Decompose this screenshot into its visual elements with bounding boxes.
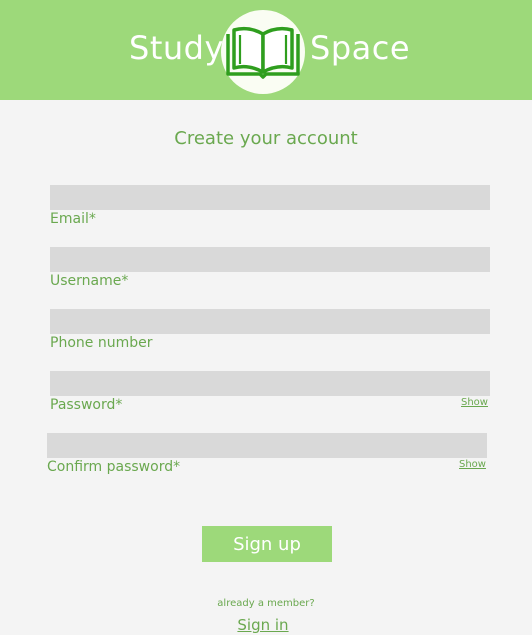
sign-up-button[interactable]: Sign up (202, 526, 332, 562)
username-label: Username* (50, 273, 129, 289)
show-password-toggle[interactable]: Show (461, 397, 488, 408)
sign-in-link[interactable]: Sign in (0, 616, 526, 634)
page-title: Create your account (174, 128, 358, 149)
username-field[interactable] (50, 247, 490, 272)
password-field[interactable] (50, 371, 490, 396)
email-field[interactable] (50, 185, 490, 210)
phone-field[interactable] (50, 309, 490, 334)
logo (221, 10, 305, 94)
app-header: Study Space (0, 0, 532, 100)
confirm-password-label: Confirm password* (47, 459, 181, 475)
phone-label: Phone number (50, 335, 153, 351)
password-label: Password* (50, 397, 123, 413)
email-label: Email* (50, 211, 96, 227)
brand-name-left: Study (129, 29, 224, 67)
member-prompt: already a member? (217, 598, 315, 609)
show-confirm-password-toggle[interactable]: Show (459, 459, 486, 470)
brand-name-right: Space (310, 29, 411, 67)
confirm-password-field[interactable] (47, 433, 487, 458)
open-book-icon (226, 26, 300, 79)
